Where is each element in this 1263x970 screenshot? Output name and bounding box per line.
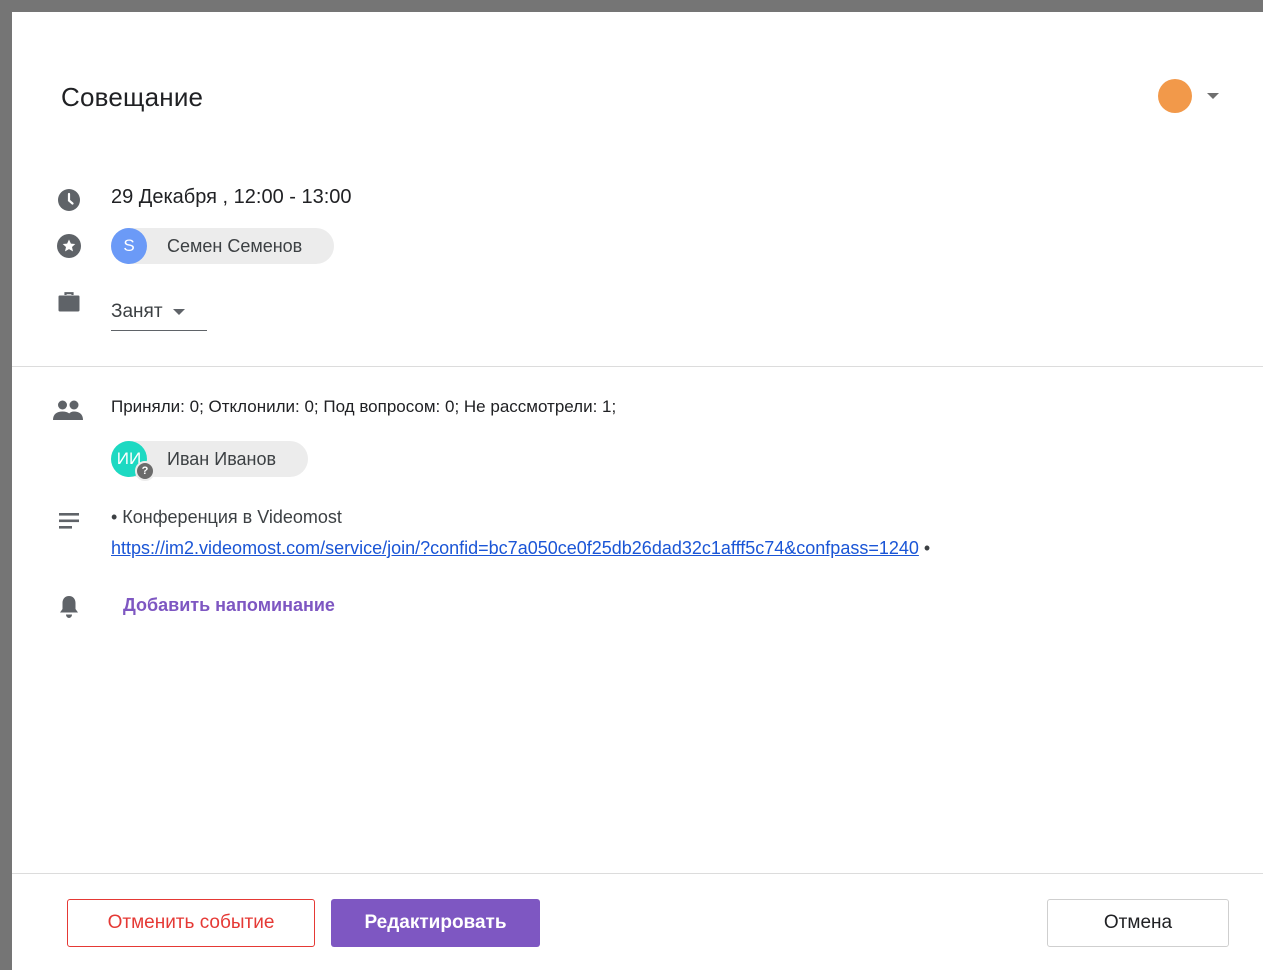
attendee-name: Иван Иванов	[167, 448, 277, 469]
organizer-initial: S	[123, 236, 135, 255]
event-color-picker[interactable]	[1158, 79, 1228, 113]
event-datetime: 29 Декабря , 12:00 - 13:00	[111, 186, 352, 208]
clock-icon	[56, 187, 82, 213]
description-line: • Конференция в Videomost	[111, 507, 342, 527]
avatar: S	[111, 228, 147, 264]
add-reminder-link[interactable]: Добавить напоминание	[123, 595, 335, 616]
edit-button[interactable]: Редактировать	[331, 899, 540, 947]
people-icon	[52, 397, 84, 423]
description-trail: •	[918, 538, 931, 558]
bell-icon	[56, 594, 82, 620]
availability-value: Занят	[111, 301, 163, 322]
briefcase-icon	[56, 289, 82, 315]
avatar: ИИ ?	[111, 441, 155, 481]
chevron-down-icon	[172, 309, 185, 315]
question-mark-icon: ?	[135, 461, 155, 481]
organizer-name: Семен Семенов	[167, 235, 303, 256]
event-title: Совещание	[61, 82, 204, 112]
event-details-dialog: Совещание 29 Декабря , 12:00 - 13:00 S С…	[12, 12, 1263, 970]
attendee-chip[interactable]: ИИ ? Иван Иванов	[111, 441, 308, 481]
attendance-summary: Приняли: 0; Отклонили: 0; Под вопросом: …	[111, 397, 617, 416]
cancel-event-button[interactable]: Отменить событие	[67, 899, 315, 947]
close-button[interactable]: Отмена	[1047, 899, 1229, 947]
notes-icon	[56, 508, 82, 534]
event-description: • Конференция в Videomost https://im2.vi…	[111, 502, 930, 564]
star-circle-icon	[56, 233, 82, 259]
conference-link[interactable]: https://im2.videomost.com/service/join/?…	[111, 538, 919, 558]
availability-select[interactable]: Занят	[111, 294, 207, 331]
section-divider	[12, 366, 1263, 367]
organizer-chip[interactable]: S Семен Семенов	[111, 228, 334, 264]
event-color-swatch	[1158, 79, 1192, 113]
footer-divider	[12, 873, 1263, 874]
chevron-down-icon	[1207, 93, 1219, 99]
description-link-line: https://im2.videomost.com/service/join/?…	[111, 533, 930, 564]
